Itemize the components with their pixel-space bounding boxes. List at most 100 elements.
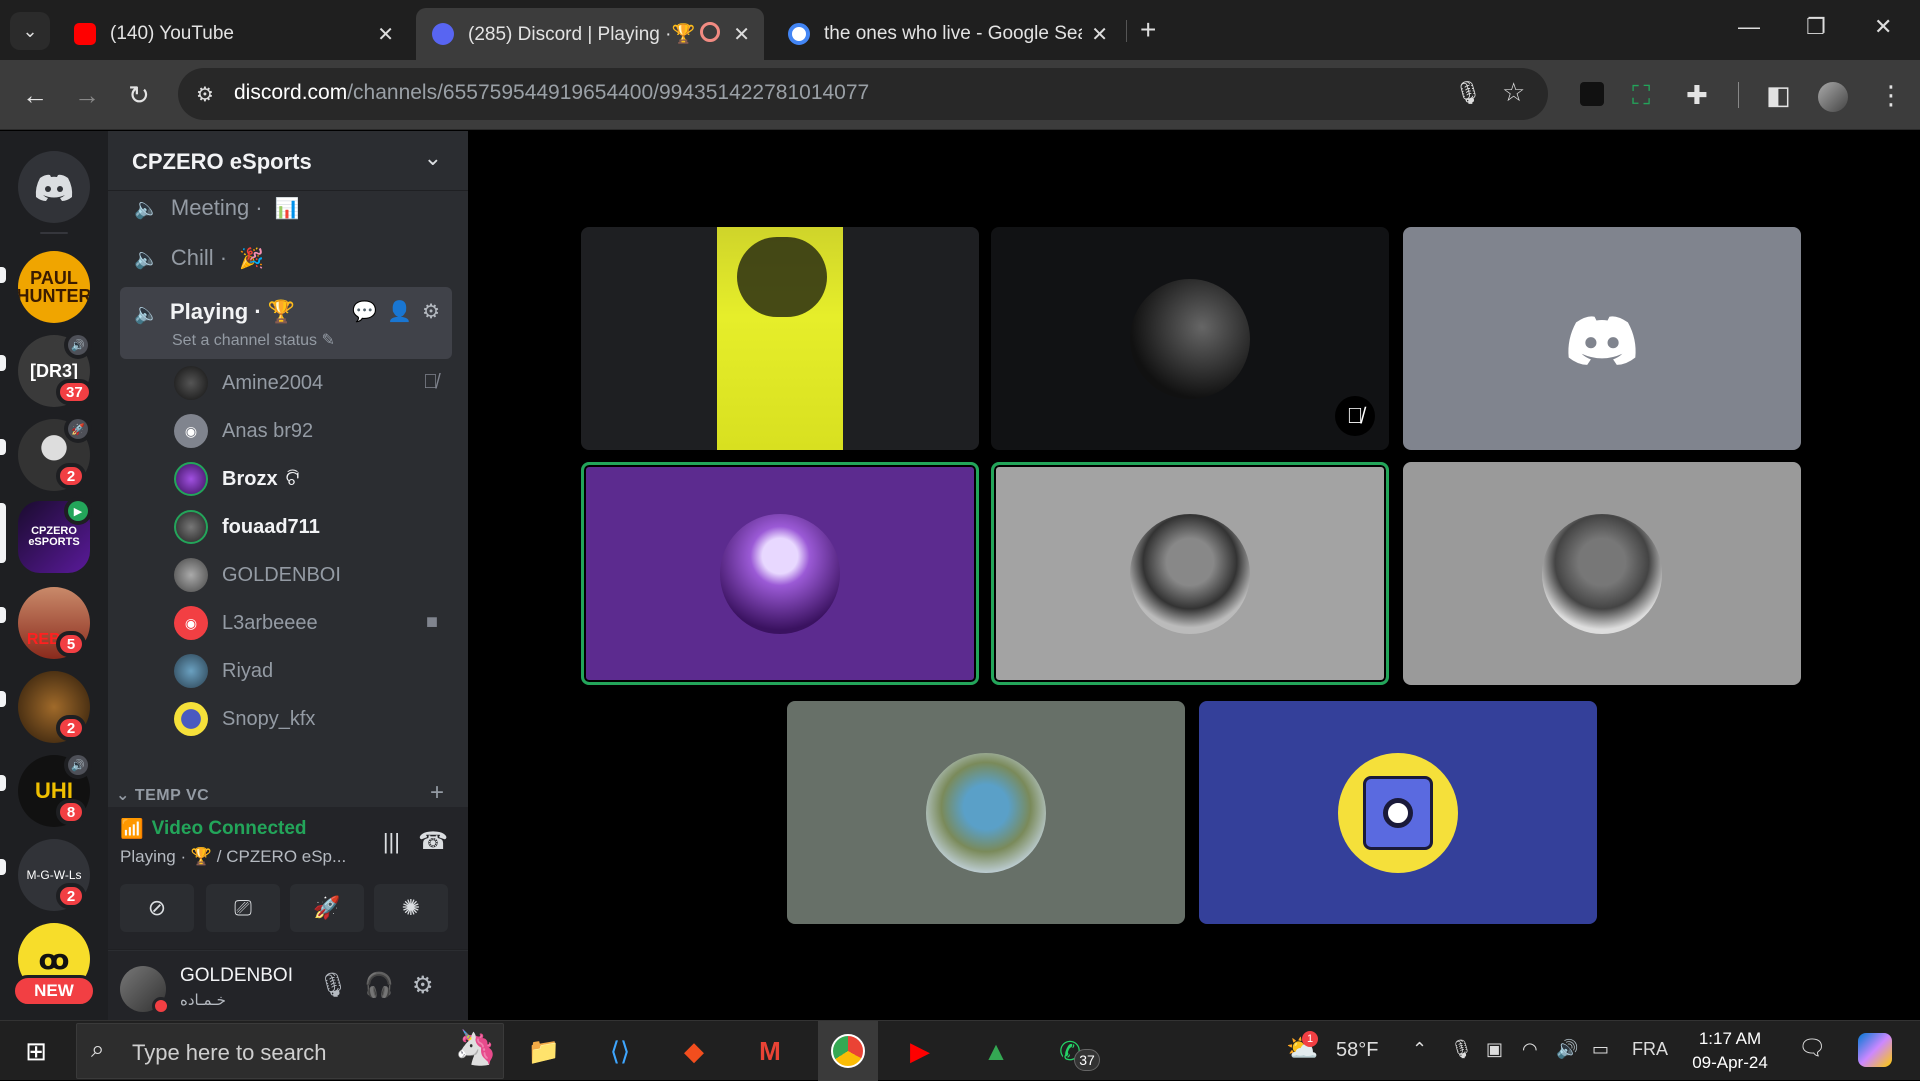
gear-icon[interactable]: ⚙ [422, 299, 440, 324]
home-button[interactable] [18, 151, 90, 223]
side-panel-icon[interactable]: ◧ [1766, 80, 1791, 110]
server-paul-hunter[interactable]: PAUL HUNTER [18, 251, 90, 323]
member-row[interactable]: GOLDENBOI [174, 555, 464, 595]
figma-icon[interactable]: ◆ [672, 1031, 716, 1071]
channel-meeting[interactable]: 🔈 Meeting · 📊 [120, 187, 456, 229]
extension-icon[interactable] [1580, 82, 1604, 106]
forward-icon[interactable]: → [74, 80, 100, 110]
new-tab-button[interactable]: + [1140, 14, 1156, 46]
video-tile-camera[interactable] [581, 227, 979, 450]
chevron-down-icon[interactable]: ⌄ [424, 145, 442, 171]
status-dnd-indicator [152, 997, 170, 1015]
browser-tab-bar: ⌄ (140) YouTube ✕ (285) Discord | Playin… [0, 0, 1920, 60]
gmail-icon[interactable]: M [748, 1031, 792, 1071]
volume-icon[interactable]: 🔊 [1556, 1039, 1578, 1060]
chevron-up-icon[interactable]: ⌃ [1412, 1039, 1427, 1060]
chat-bubble-icon[interactable]: 💬 [352, 299, 377, 324]
language-indicator[interactable]: FRA [1632, 1039, 1668, 1060]
channel-chill[interactable]: 🔈 Chill · 🎉 [120, 237, 456, 279]
headphones-icon[interactable]: 🎧 [364, 971, 394, 1000]
channel-playing[interactable]: 🔈 Playing · 🏆 Set a channel status ✎ 💬 👤… [120, 287, 452, 359]
vscode-icon[interactable]: ⟨⟩ [598, 1031, 642, 1071]
google-drive-icon[interactable]: ▲ [974, 1031, 1018, 1071]
disconnect-icon[interactable]: ☎ [418, 827, 448, 856]
tab-title: (140) YouTube [110, 23, 234, 44]
microphone-icon[interactable]: 🎙 [1450, 1039, 1473, 1060]
youtube-icon[interactable]: ▶ [898, 1031, 942, 1071]
invite-icon[interactable]: 👤 [387, 299, 412, 324]
speaker-icon: 🔊 [68, 755, 88, 775]
address-bar[interactable]: ⚙ discord.com/channels/65575954491965440… [178, 68, 1548, 120]
site-settings-icon[interactable]: ⚙ [196, 82, 214, 107]
window-close-icon[interactable]: ✕ [1874, 14, 1892, 40]
member-row[interactable]: ◉ Anas br92 [174, 411, 464, 451]
badge-count: 2 [66, 719, 76, 737]
close-icon[interactable]: ✕ [1091, 22, 1108, 47]
restore-icon[interactable]: ❐ [1806, 14, 1826, 40]
channel-name: Playing · 🏆 [170, 299, 296, 324]
soundboard-button[interactable]: ✺ [374, 884, 448, 932]
video-tile-user[interactable] [1403, 227, 1801, 450]
tab-search-button[interactable]: ⌄ [10, 12, 50, 50]
voice-status[interactable]: 📶 Video Connected [120, 817, 307, 841]
rocket-icon: 🚀 [68, 419, 88, 439]
server-header[interactable]: CPZERO eSports ⌄ [108, 131, 468, 191]
wifi-icon[interactable]: ◠ [1522, 1039, 1538, 1060]
gear-icon[interactable]: ⚙ [412, 971, 434, 1000]
member-row[interactable]: fouaad711 [174, 507, 464, 547]
recording-icon [700, 22, 720, 42]
video-tile-user[interactable]: 🎙̸ [991, 227, 1389, 450]
screen-capture-icon[interactable]: ⛶ [1632, 80, 1650, 110]
file-explorer-icon[interactable]: 📁 [522, 1031, 566, 1071]
video-tile-speaking[interactable] [991, 462, 1389, 685]
activity-button[interactable]: 🚀 [290, 884, 364, 932]
url-text[interactable]: discord.com/channels/655759544919654400/… [234, 81, 869, 105]
taskbar-search[interactable]: ⌕ Type here to search 🦄 [76, 1023, 504, 1079]
profile-avatar[interactable] [1818, 82, 1848, 112]
microphone-icon[interactable]: 🎙 [1454, 80, 1482, 106]
member-row[interactable]: Riyad [174, 651, 464, 691]
copilot-icon[interactable] [1858, 1033, 1892, 1067]
tab-google[interactable]: the ones who live - Google Sear ✕ [772, 8, 1122, 60]
video-tile-user[interactable] [787, 701, 1185, 924]
add-channel-button[interactable]: + [430, 779, 444, 807]
voice-channel-info[interactable]: Playing · 🏆 / CPZERO eSp... [120, 847, 346, 867]
back-icon[interactable]: ← [22, 80, 48, 110]
member-row[interactable]: Brozx ଟି [174, 459, 464, 499]
clock[interactable]: 1:17 AM 09-Apr-24 [1680, 1027, 1780, 1075]
video-tile-user[interactable] [1199, 701, 1597, 924]
avatar: ◉ [174, 606, 208, 640]
camera-off-button[interactable]: ⊘ [120, 884, 194, 932]
category-temp-vc[interactable]: ⌄ TEMP VC [116, 785, 209, 805]
extensions-puzzle-icon[interactable]: ✚ [1686, 80, 1708, 110]
member-row[interactable]: ◉ L3arbeeee ■ [174, 603, 464, 643]
video-tile-speaking[interactable] [581, 462, 979, 685]
windows-start-icon[interactable]: ⊞ [14, 1031, 58, 1071]
temperature[interactable]: 58°F [1336, 1039, 1378, 1062]
bookmark-star-icon[interactable]: ☆ [1502, 77, 1525, 108]
signal-icon: 📶 [120, 819, 144, 840]
close-icon[interactable]: ✕ [377, 22, 394, 47]
close-icon[interactable]: ✕ [733, 22, 750, 47]
mute-icon: 🎙̸ [1335, 396, 1375, 436]
reload-icon[interactable]: ↻ [128, 80, 150, 110]
notifications-icon[interactable]: 🗨 [1798, 1035, 1826, 1061]
screen-share-button[interactable]: ⎚ [206, 884, 280, 932]
channel-status[interactable]: Set a channel status ✎ [172, 330, 335, 350]
battery-icon[interactable]: ▭ [1592, 1039, 1609, 1060]
user-panel: GOLDENBOI خـمـاده 🎙 🎧 ⚙ [108, 951, 468, 1020]
video-tile-user[interactable] [1403, 462, 1801, 685]
menu-kebab-icon[interactable]: ⋮ [1878, 80, 1904, 110]
member-row[interactable]: Amine2004 🎙̸ [174, 363, 464, 403]
noise-suppression-icon[interactable]: ||| [383, 829, 400, 855]
chrome-icon[interactable] [818, 1021, 878, 1081]
minimize-icon[interactable]: — [1738, 14, 1760, 40]
microphone-icon[interactable]: 🎙 [318, 971, 348, 1000]
tab-youtube[interactable]: (140) YouTube ✕ [58, 8, 408, 60]
avatar [1130, 278, 1250, 399]
tab-discord[interactable]: (285) Discord | Playing ·🏆 ✕ [416, 8, 764, 60]
username[interactable]: GOLDENBOI [180, 965, 293, 987]
channel-name: Chill [170, 245, 214, 270]
member-row[interactable]: Snopy_kfx [174, 699, 464, 739]
device-icon[interactable]: ▣ [1486, 1039, 1503, 1060]
